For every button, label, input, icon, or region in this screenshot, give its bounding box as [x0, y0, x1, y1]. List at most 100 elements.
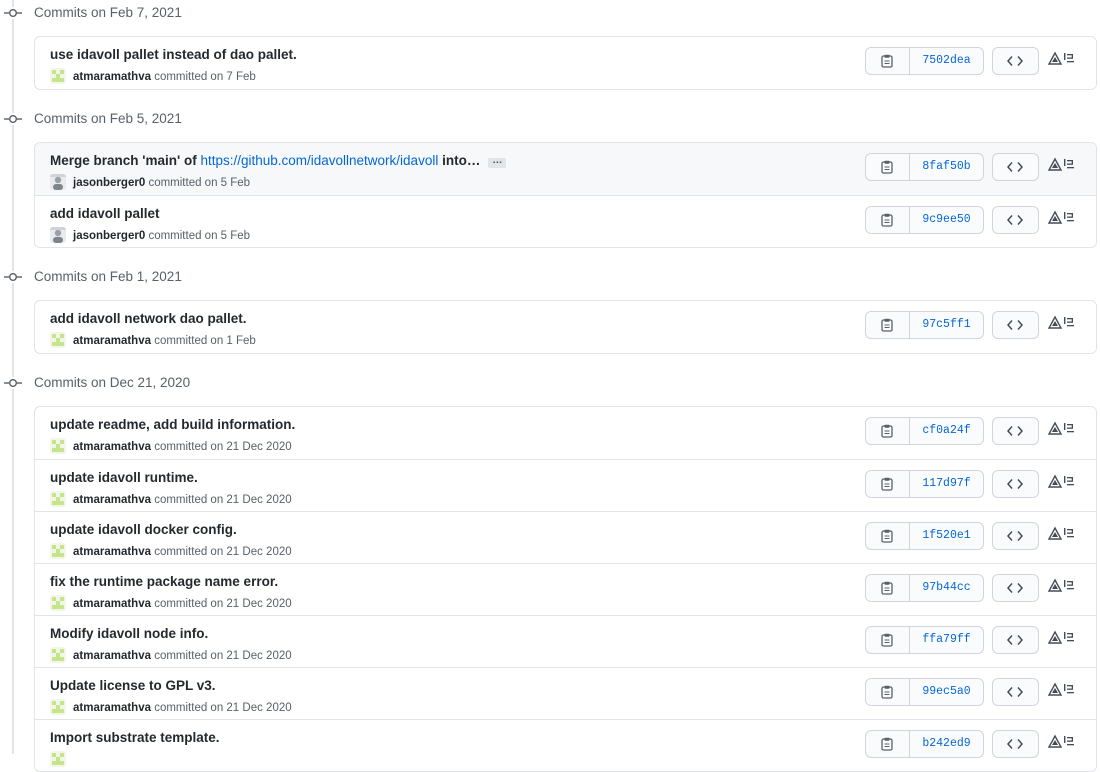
commit-group: Commits on Feb 5, 2021 Merge branch 'main… — [0, 106, 1100, 248]
commit-sha-link[interactable]: 117d97f — [909, 470, 984, 498]
commit-meta: atmaramathva committed on 21 Dec 2020 — [50, 647, 292, 663]
commit-group-header: Commits on Feb 1, 2021 — [0, 264, 1100, 290]
extension-icon[interactable] — [1047, 682, 1076, 703]
commit-sha-link[interactable]: 1f520e1 — [909, 522, 984, 550]
extension-icon[interactable] — [1047, 474, 1076, 495]
commit-message[interactable]: update idavoll docker config. — [50, 521, 237, 539]
commit-sha-link[interactable]: cf0a24f — [909, 417, 984, 445]
avatar[interactable] — [50, 332, 66, 348]
commit-author[interactable]: atmaramathva — [73, 494, 151, 506]
commit-message[interactable]: Import substrate template. — [50, 729, 220, 747]
browse-repository-button[interactable] — [992, 522, 1039, 550]
commit-message-text[interactable]: update readme, add build information. — [50, 417, 295, 432]
commit-message-text[interactable]: update idavoll docker config. — [50, 522, 237, 537]
extension-icon[interactable] — [1047, 421, 1076, 442]
extension-icon[interactable] — [1047, 210, 1076, 231]
browse-repository-button[interactable] — [992, 153, 1039, 181]
avatar[interactable] — [50, 699, 66, 715]
commit-author[interactable]: atmaramathva — [73, 702, 151, 714]
commit-message[interactable]: fix the runtime package name error. — [50, 573, 278, 591]
commit-message[interactable]: add idavoll pallet — [50, 205, 160, 223]
commit-author[interactable]: atmaramathva — [73, 335, 151, 347]
commit-sha-link[interactable]: 97b44cc — [909, 574, 984, 602]
browse-repository-button[interactable] — [992, 574, 1039, 602]
extension-icon[interactable] — [1047, 526, 1076, 547]
extension-icon[interactable] — [1047, 315, 1076, 336]
copy-sha-button[interactable] — [865, 574, 910, 602]
commit-message-text[interactable]: add idavoll network dao pallet. — [50, 311, 247, 326]
avatar[interactable] — [50, 543, 66, 559]
commit-message-text[interactable]: Merge branch 'main' of — [50, 153, 200, 168]
commit-message[interactable]: use idavoll pallet instead of dao pallet… — [50, 46, 297, 64]
commit-message-text[interactable]: Import substrate template. — [50, 730, 220, 745]
commit-row: update idavoll runtime. atmaramathva comm… — [35, 459, 1096, 511]
avatar[interactable] — [50, 647, 66, 663]
browse-repository-button[interactable] — [992, 206, 1039, 234]
copy-sha-button[interactable] — [865, 470, 910, 498]
commit-message-suffix[interactable]: into… — [438, 153, 480, 168]
commit-author[interactable]: jasonberger0 — [73, 230, 145, 242]
commit-message[interactable]: Update license to GPL v3. — [50, 677, 216, 695]
commit-message-text[interactable]: add idavoll pallet — [50, 206, 160, 221]
browse-repository-button[interactable] — [992, 417, 1039, 445]
commit-message[interactable]: Modify idavoll node info. — [50, 625, 208, 643]
avatar[interactable] — [50, 68, 66, 84]
commit-author[interactable]: atmaramathva — [73, 546, 151, 558]
commit-sha-link[interactable]: ffa79ff — [909, 626, 984, 654]
commit-sha-link[interactable]: 8faf50b — [909, 153, 984, 181]
commit-group-header: Commits on Feb 7, 2021 — [0, 0, 1100, 26]
extension-icon[interactable] — [1047, 578, 1076, 599]
commit-group: Commits on Dec 21, 2020 update readme, ad… — [0, 370, 1100, 772]
copy-sha-button[interactable] — [865, 678, 910, 706]
browse-repository-button[interactable] — [992, 470, 1039, 498]
commit-sha-link[interactable]: 9c9ee50 — [909, 206, 984, 234]
commit-author[interactable]: atmaramathva — [73, 71, 151, 83]
browse-repository-button[interactable] — [992, 311, 1039, 339]
avatar[interactable] — [50, 491, 66, 507]
copy-sha-button[interactable] — [865, 47, 910, 75]
browse-repository-button[interactable] — [992, 47, 1039, 75]
extension-icon[interactable] — [1047, 157, 1076, 178]
extension-icon[interactable] — [1047, 734, 1076, 755]
commit-author[interactable]: atmaramathva — [73, 598, 151, 610]
commit-date-text: committed on 1 Feb — [154, 335, 256, 347]
commit-author[interactable]: jasonberger0 — [73, 177, 145, 189]
avatar[interactable] — [50, 227, 66, 243]
copy-sha-button[interactable] — [865, 153, 910, 181]
commit-message-text[interactable]: update idavoll runtime. — [50, 470, 198, 485]
extension-icon[interactable] — [1047, 51, 1076, 72]
commit-sha-link[interactable]: 99ec5a0 — [909, 678, 984, 706]
commit-message[interactable]: update idavoll runtime. — [50, 469, 198, 487]
commit-group: Commits on Feb 7, 2021 use idavoll pallet… — [0, 0, 1100, 90]
copy-sha-button[interactable] — [865, 522, 910, 550]
commit-sha-link[interactable]: 97c5ff1 — [909, 311, 984, 339]
copy-sha-button[interactable] — [865, 417, 910, 445]
commit-message[interactable]: Merge branch 'main' of https://github.co… — [50, 152, 507, 170]
commit-author[interactable]: atmaramathva — [73, 441, 151, 453]
commit-message-text[interactable]: use idavoll pallet instead of dao pallet… — [50, 47, 297, 62]
commit-message-text[interactable]: fix the runtime package name error. — [50, 574, 278, 589]
commit-message-text[interactable]: Update license to GPL v3. — [50, 678, 216, 693]
expand-message-button[interactable]: … — [488, 156, 507, 168]
avatar[interactable] — [50, 595, 66, 611]
copy-sha-button[interactable] — [865, 626, 910, 654]
commit-date-text: committed on 5 Feb — [148, 177, 251, 189]
extension-icon[interactable] — [1047, 630, 1076, 651]
commit-date-text: committed on 21 Dec 2020 — [154, 702, 292, 714]
commit-sha-link[interactable]: 7502dea — [909, 47, 984, 75]
commit-date-text: committed on 21 Dec 2020 — [154, 650, 292, 662]
avatar[interactable] — [50, 174, 66, 190]
commit-author[interactable]: atmaramathva — [73, 650, 151, 662]
copy-sha-button[interactable] — [865, 206, 910, 234]
copy-sha-button[interactable] — [865, 311, 910, 339]
commit-message-text[interactable]: Modify idavoll node info. — [50, 626, 208, 641]
commit-message[interactable]: add idavoll network dao pallet. — [50, 310, 247, 328]
commit-message[interactable]: update readme, add build information. — [50, 416, 295, 434]
commit-message-link[interactable]: https://github.com/idavollnetwork/idavol… — [200, 153, 438, 168]
browse-repository-button[interactable] — [992, 626, 1039, 654]
commit-date-text: committed on 5 Feb — [148, 230, 251, 242]
git-commit-icon — [4, 377, 22, 389]
browse-repository-button[interactable] — [992, 678, 1039, 706]
avatar[interactable] — [50, 751, 66, 767]
avatar[interactable] — [50, 438, 66, 454]
